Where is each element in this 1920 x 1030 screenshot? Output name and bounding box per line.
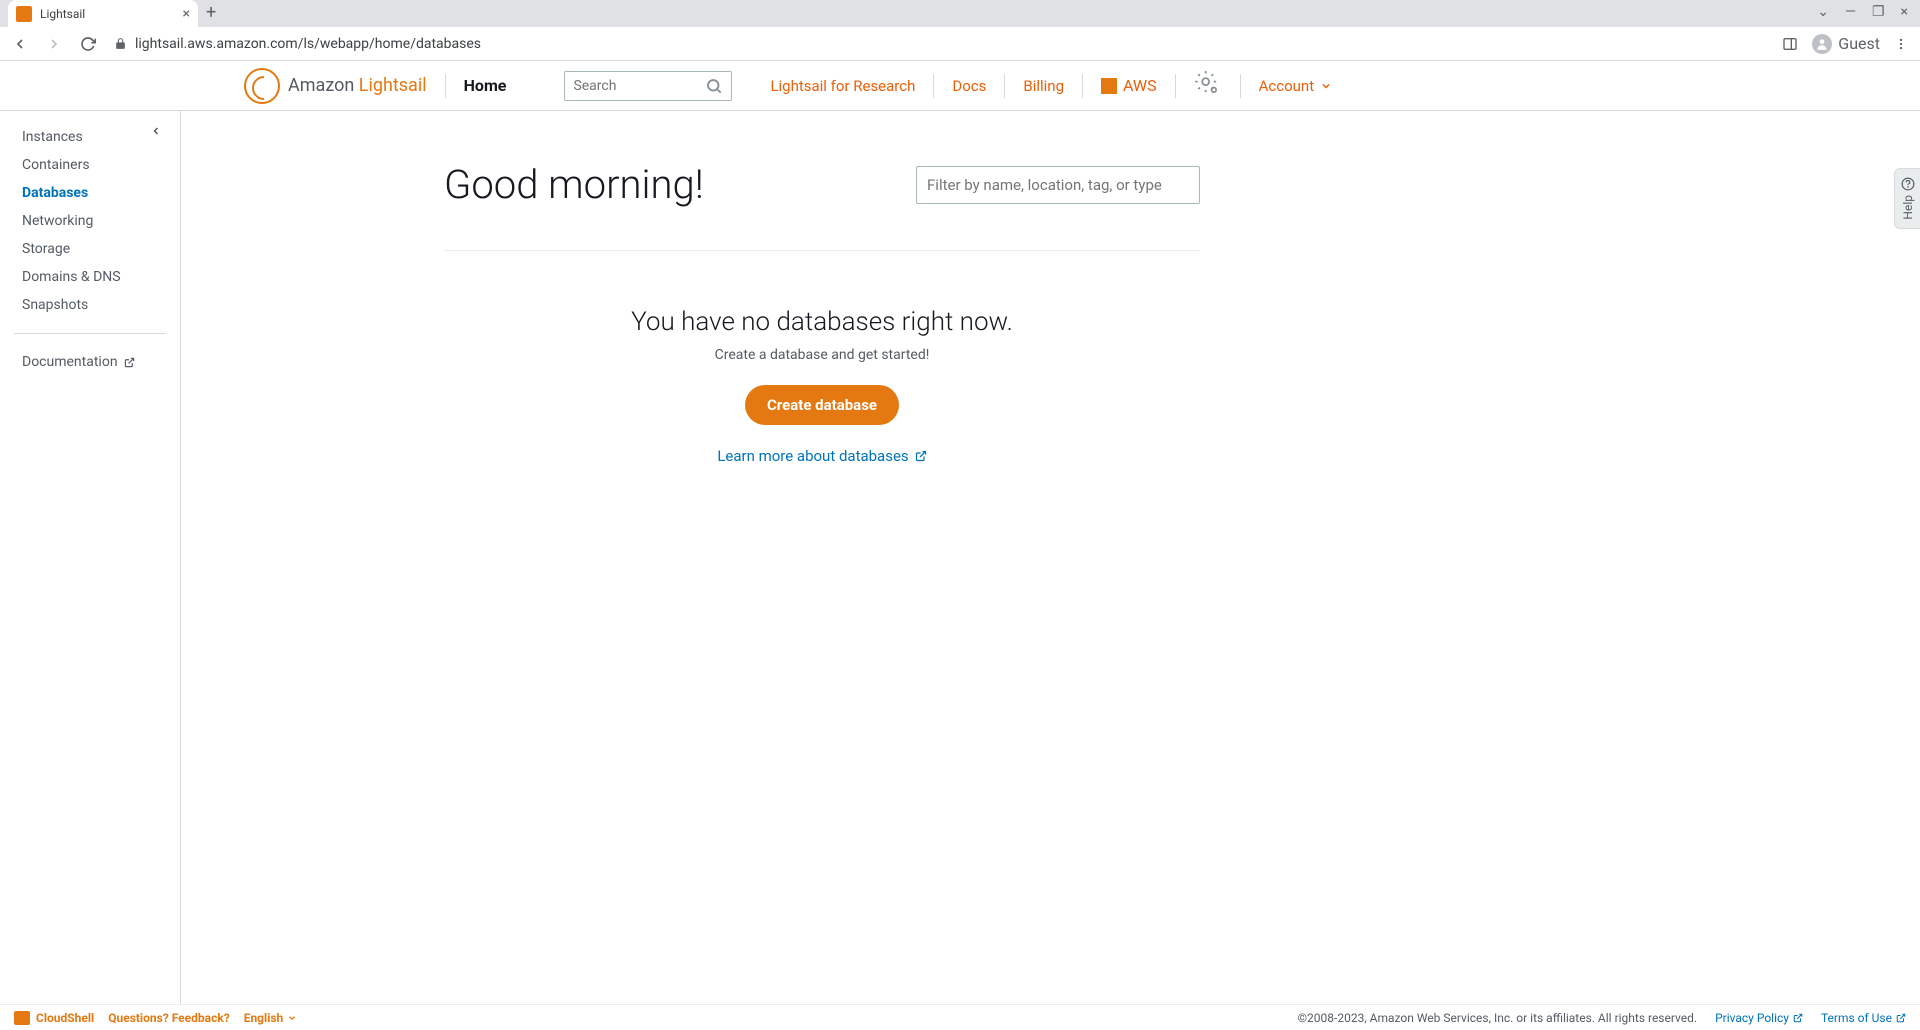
main-content: Good morning! You have no databases righ… (181, 111, 1920, 1004)
collapse-sidebar-icon[interactable] (150, 125, 162, 137)
app-header: Amazon Lightsail Home Lightsail for Rese… (0, 61, 1920, 111)
guest-label: Guest (1838, 34, 1880, 53)
sidebar-item-domains[interactable]: Domains & DNS (0, 263, 180, 291)
filter-input[interactable] (916, 166, 1200, 204)
profile-button[interactable]: Guest (1812, 34, 1880, 54)
aws-cube-icon (1101, 78, 1117, 94)
help-icon (1901, 177, 1915, 191)
account-dropdown[interactable]: Account (1241, 77, 1333, 95)
nav-aws-label: AWS (1123, 76, 1157, 95)
chevron-down-icon (1320, 80, 1332, 92)
header-nav: Lightsail for Research Docs Billing AWS … (752, 70, 1332, 102)
nav-aws[interactable]: AWS (1083, 76, 1175, 95)
cloudshell-icon (14, 1011, 30, 1025)
copyright-text: ©2008-2023, Amazon Web Services, Inc. or… (1298, 1011, 1697, 1025)
kebab-menu-icon[interactable] (1894, 37, 1908, 51)
nav-billing[interactable]: Billing (1005, 77, 1082, 95)
cloudshell-button[interactable]: CloudShell (14, 1011, 94, 1025)
home-link[interactable]: Home (464, 76, 507, 95)
feedback-link[interactable]: Questions? Feedback? (108, 1011, 229, 1025)
avatar-icon (1812, 34, 1832, 54)
tab-title: Lightsail (40, 7, 183, 21)
sidebar-documentation-link[interactable]: Documentation (0, 348, 180, 376)
search-input[interactable] (573, 78, 705, 94)
maximize-icon[interactable]: ❐ (1872, 4, 1885, 20)
terms-of-use-link[interactable]: Terms of Use (1821, 1011, 1906, 1025)
documentation-label: Documentation (22, 354, 118, 370)
panel-icon[interactable] (1782, 36, 1798, 52)
sidebar-item-storage[interactable]: Storage (0, 235, 180, 263)
browser-tab-strip: Lightsail × + ⌄ — ❐ × (0, 0, 1920, 27)
brand-logo[interactable]: Amazon Lightsail (244, 68, 427, 104)
search-icon[interactable] (705, 77, 723, 95)
browser-tab[interactable]: Lightsail × (8, 0, 198, 27)
sidebar-item-networking[interactable]: Networking (0, 207, 180, 235)
tab-favicon (16, 6, 32, 22)
empty-state-title: You have no databases right now. (444, 307, 1200, 337)
empty-state-subtitle: Create a database and get started! (444, 347, 1200, 363)
close-window-icon[interactable]: × (1901, 4, 1908, 20)
sidebar-item-containers[interactable]: Containers (0, 151, 180, 179)
window-controls: ⌄ — ❐ × (1817, 4, 1920, 20)
cloudshell-label: CloudShell (36, 1011, 94, 1025)
external-link-icon (124, 357, 135, 368)
external-link-icon (915, 450, 927, 462)
external-link-icon (1793, 1013, 1803, 1023)
footer: CloudShell Questions? Feedback? English … (0, 1004, 1920, 1030)
nav-docs[interactable]: Docs (934, 77, 1004, 95)
gear-icon (1194, 70, 1222, 98)
sidebar-item-databases[interactable]: Databases (0, 179, 180, 207)
nav-research[interactable]: Lightsail for Research (752, 77, 933, 95)
learn-more-link[interactable]: Learn more about databases (717, 447, 926, 465)
divider (14, 333, 166, 334)
help-label: Help (1901, 195, 1915, 220)
url-text[interactable]: lightsail.aws.amazon.com/ls/webapp/home/… (135, 36, 481, 52)
lock-icon[interactable] (114, 37, 127, 50)
sidebar: Instances Containers Databases Networkin… (0, 111, 181, 1004)
divider (445, 74, 446, 98)
lightsail-logo-icon (244, 68, 280, 104)
help-tab[interactable]: Help (1894, 168, 1920, 229)
privacy-policy-link[interactable]: Privacy Policy (1715, 1011, 1803, 1025)
account-label: Account (1259, 77, 1315, 95)
settings-button[interactable] (1176, 70, 1240, 102)
reload-icon[interactable] (80, 36, 96, 52)
back-icon[interactable] (12, 36, 28, 52)
tab-close-icon[interactable]: × (183, 6, 190, 22)
learn-more-label: Learn more about databases (717, 447, 908, 465)
empty-state: You have no databases right now. Create … (444, 307, 1200, 465)
forward-icon[interactable] (46, 36, 62, 52)
language-label: English (244, 1011, 284, 1025)
tab-dropdown-icon[interactable]: ⌄ (1817, 4, 1829, 20)
page-title: Good morning! (444, 161, 704, 208)
external-link-icon (1896, 1013, 1906, 1023)
new-tab-button[interactable]: + (206, 2, 216, 23)
browser-address-bar: lightsail.aws.amazon.com/ls/webapp/home/… (0, 27, 1920, 61)
minimize-icon[interactable]: — (1845, 4, 1856, 20)
language-selector[interactable]: English (244, 1011, 298, 1025)
search-box[interactable] (564, 71, 732, 101)
sidebar-item-snapshots[interactable]: Snapshots (0, 291, 180, 319)
create-database-button[interactable]: Create database (745, 385, 899, 425)
brand-text: Amazon Lightsail (288, 75, 427, 96)
chevron-down-icon (287, 1013, 297, 1023)
